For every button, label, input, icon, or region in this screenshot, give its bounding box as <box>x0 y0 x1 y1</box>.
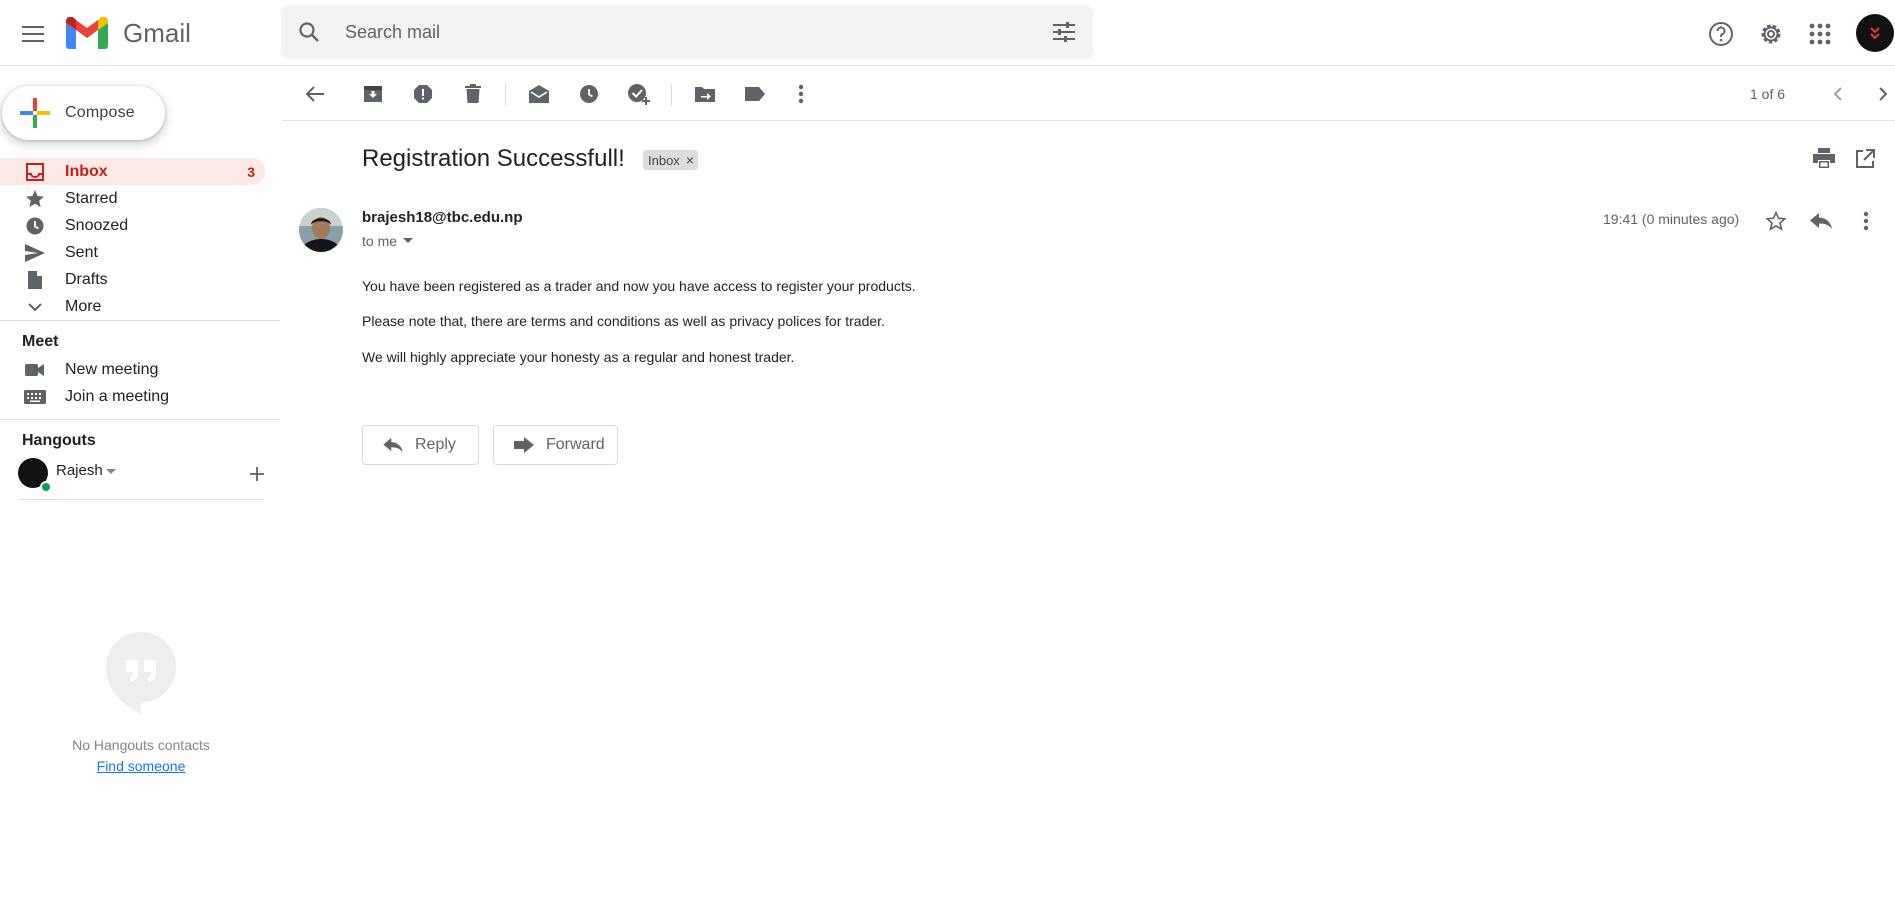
search-icon[interactable] <box>297 20 321 44</box>
pager-text: 1 of 6 <box>1750 86 1786 102</box>
compose-label: Compose <box>65 104 135 121</box>
clock-icon <box>23 216 47 236</box>
remove-label-icon[interactable]: × <box>686 152 694 168</box>
compose-plus-icon <box>20 98 50 128</box>
back-arrow-icon[interactable] <box>298 77 332 111</box>
sidebar-nav: Inbox 3 Starred Snoozed Sent Drafts More <box>0 158 265 320</box>
meet-new-meeting[interactable]: New meeting <box>0 356 265 383</box>
reply-button[interactable]: Reply <box>362 425 479 465</box>
sidebar-item-drafts[interactable]: Drafts <box>0 266 265 293</box>
sidebar-item-more[interactable]: More <box>0 293 265 320</box>
report-spam-icon[interactable] <box>406 77 440 111</box>
forward-label: Forward <box>546 436 605 453</box>
inbox-label-chip[interactable]: Inbox × <box>643 150 698 170</box>
hangouts-title: Hangouts <box>22 432 96 449</box>
search-bar[interactable] <box>281 5 1093 59</box>
send-icon <box>23 243 47 263</box>
meet-title: Meet <box>22 333 59 350</box>
caret-down-icon[interactable] <box>106 469 116 475</box>
video-icon <box>23 360 47 380</box>
sidebar-item-label: Sent <box>65 243 98 261</box>
find-someone-link[interactable]: Find someone <box>0 758 282 774</box>
snooze-icon[interactable] <box>572 77 606 111</box>
caret-down-icon[interactable] <box>403 238 414 244</box>
label-chip-text: Inbox <box>648 152 680 168</box>
open-new-window-icon[interactable] <box>1855 149 1875 169</box>
sidebar-divider <box>0 419 280 420</box>
older-icon[interactable] <box>1866 77 1895 111</box>
meet-item-label: New meeting <box>65 360 159 378</box>
add-to-tasks-icon[interactable] <box>622 77 656 111</box>
sender-email: brajesh18@tbc.edu.np <box>362 209 523 226</box>
compose-button[interactable]: Compose <box>2 86 165 140</box>
forward-icon <box>514 437 534 453</box>
sidebar-item-label: Snoozed <box>65 216 129 234</box>
reply-icon <box>383 438 403 452</box>
top-header: Gmail <box>0 0 1895 66</box>
hangouts-user-name: Rajesh <box>56 462 103 479</box>
sender-avatar[interactable] <box>299 208 343 252</box>
hangouts-user[interactable]: Rajesh <box>18 456 269 493</box>
sidebar-item-inbox[interactable]: Inbox 3 <box>0 158 265 185</box>
sidebar-item-sent[interactable]: Sent <box>0 239 265 266</box>
search-input[interactable] <box>345 5 985 59</box>
sidebar-item-label: More <box>65 297 102 315</box>
online-status-icon <box>40 481 52 493</box>
sidebar-divider <box>18 499 264 500</box>
sidebar-divider <box>0 320 280 321</box>
inbox-icon <box>23 162 47 182</box>
archive-icon[interactable] <box>356 77 390 111</box>
recipient-details[interactable]: to me <box>362 233 414 249</box>
more-vert-icon[interactable] <box>1851 206 1881 236</box>
keyboard-icon <box>23 387 47 407</box>
sidebar-item-starred[interactable]: Starred <box>0 185 265 212</box>
newer-icon[interactable] <box>1821 77 1855 111</box>
help-icon[interactable] <box>1701 14 1741 54</box>
chevron-down-icon <box>23 297 47 317</box>
move-to-icon[interactable] <box>688 77 722 111</box>
reply-label: Reply <box>415 436 456 453</box>
label-icon[interactable] <box>738 77 772 111</box>
more-vert-icon[interactable] <box>784 77 818 111</box>
sidebar-item-snoozed[interactable]: Snoozed <box>0 212 265 239</box>
message-toolbar: 1 of 6 <box>282 67 1895 121</box>
star-outline-icon[interactable] <box>1761 206 1791 236</box>
draft-icon <box>23 270 47 290</box>
sidebar-item-label: Starred <box>65 189 118 207</box>
gmail-logo[interactable] <box>66 17 108 49</box>
forward-button[interactable]: Forward <box>493 425 618 465</box>
account-avatar[interactable] <box>1856 14 1894 52</box>
message-timestamp: 19:41 (0 minutes ago) <box>1603 211 1740 227</box>
add-contact-icon[interactable] <box>245 462 269 486</box>
star-icon <box>23 189 47 209</box>
meet-item-label: Join a meeting <box>65 387 170 405</box>
app-name: Gmail <box>123 18 191 48</box>
print-icon[interactable] <box>1813 148 1835 168</box>
message-subject: Registration Successfull! <box>362 145 625 172</box>
reply-icon[interactable] <box>1806 206 1836 236</box>
toolbar-divider <box>671 84 672 106</box>
sidebar-item-label: Inbox <box>65 162 108 180</box>
delete-icon[interactable] <box>456 77 490 111</box>
hangouts-quote-icon <box>106 632 176 714</box>
message-body-line: You have been registered as a trader and… <box>362 278 916 294</box>
no-contacts-text: No Hangouts contacts <box>72 737 210 753</box>
message-body-line: Please note that, there are terms and co… <box>362 313 885 329</box>
meet-join-meeting[interactable]: Join a meeting <box>0 383 265 410</box>
unread-count: 3 <box>247 163 255 180</box>
meet-nav: New meeting Join a meeting <box>0 356 265 410</box>
search-options-icon[interactable] <box>1053 22 1075 42</box>
main-menu-icon[interactable] <box>14 15 52 53</box>
message-body-line: We will highly appreciate your honesty a… <box>362 349 795 365</box>
mark-unread-icon[interactable] <box>522 77 556 111</box>
apps-icon[interactable] <box>1800 14 1840 54</box>
recipient-text: to me <box>362 233 398 249</box>
settings-icon[interactable] <box>1751 14 1791 54</box>
sidebar-item-label: Drafts <box>65 270 108 288</box>
toolbar-divider <box>505 84 506 106</box>
